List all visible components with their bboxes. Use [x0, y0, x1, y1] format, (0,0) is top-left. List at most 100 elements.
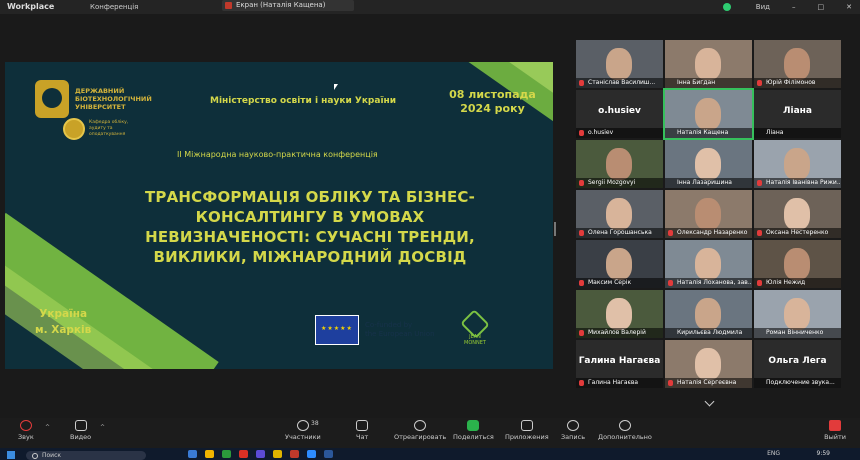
participant-display-name: Галина Нагаєва — [578, 356, 661, 366]
participant-tile[interactable]: Юрій Філімонов — [754, 40, 841, 88]
close-icon[interactable]: ✕ — [846, 0, 852, 14]
participant-name-label: Ліана — [754, 128, 841, 138]
windows-start-icon[interactable] — [7, 451, 15, 459]
university-logo: ДЕРЖАВНИЙ БІОТЕХНОЛОГІЧНИЙ УНІВЕРСИТЕТ — [35, 80, 175, 118]
chat-icon — [356, 420, 369, 431]
participant-tile[interactable]: Оксана Нестеренко — [754, 190, 841, 238]
taskview-icon[interactable] — [188, 450, 197, 458]
leave-icon — [829, 420, 842, 431]
participant-face — [606, 148, 632, 180]
app-icon[interactable] — [290, 450, 299, 458]
security-icon[interactable] — [722, 0, 734, 14]
maximize-icon[interactable]: □ — [818, 0, 825, 14]
taskbar-clock[interactable]: 9:59 — [817, 448, 830, 460]
audio-caret-icon[interactable]: ^ — [45, 424, 50, 431]
participant-tile[interactable]: Ліана Ліана — [754, 90, 841, 138]
chat-button[interactable]: Чат — [356, 420, 368, 441]
participant-tile[interactable]: Інна Бигдан — [665, 40, 752, 88]
participant-face — [695, 348, 721, 380]
browser-icon[interactable] — [222, 450, 231, 458]
zoom-icon[interactable] — [307, 450, 316, 458]
participant-face — [606, 248, 632, 280]
apps-button[interactable]: Приложения — [505, 420, 549, 441]
microphone-muted-icon — [579, 230, 584, 236]
explorer-icon[interactable] — [205, 450, 214, 458]
participant-face — [606, 198, 632, 230]
participant-name-label: Юрій Філімонов — [754, 78, 841, 88]
screen-share-indicator[interactable]: Екран (Наталія Кащена) — [222, 0, 354, 11]
participant-tile[interactable]: Наталія Сергеєвна — [665, 340, 752, 388]
participant-tile[interactable]: Олександр Назаренко — [665, 190, 752, 238]
more-button[interactable]: Дополнительно — [598, 420, 652, 441]
participant-face — [695, 148, 721, 180]
participant-face — [695, 48, 721, 80]
participant-name-label: Подключение звука... — [754, 378, 841, 388]
microphone-muted-icon — [757, 180, 762, 186]
conference-location: Україна м. Харків — [35, 306, 91, 338]
participant-face — [784, 248, 810, 280]
app-title: Workplace — [7, 2, 55, 11]
mouse-cursor-icon — [334, 84, 338, 90]
apps-label: Приложения — [505, 433, 549, 441]
stop-share-icon[interactable] — [225, 2, 232, 9]
splitter-handle[interactable] — [554, 222, 556, 236]
react-button[interactable]: Отреагировать — [394, 420, 446, 441]
os-taskbar: Поиск ENG 9:59 — [0, 448, 860, 460]
participant-tile[interactable]: Максим Серік — [576, 240, 663, 288]
conference-menu[interactable]: Конференція — [90, 0, 138, 14]
video-caret-icon[interactable]: ^ — [100, 424, 105, 431]
participant-name-label: o.husiev — [576, 128, 663, 138]
record-button[interactable]: Запись — [561, 420, 585, 441]
participant-tile[interactable]: Кирильєва Людмила — [665, 290, 752, 338]
participant-tile[interactable]: Інна Лазаришина — [665, 140, 752, 188]
department-name: Кафедра обліку, аудиту та оподаткування — [89, 120, 129, 137]
participant-name-label: Оксана Нестеренко — [754, 228, 841, 238]
language-indicator[interactable]: ENG — [767, 448, 780, 460]
participant-name-label: Наталія Кащена — [665, 128, 752, 138]
app-icon[interactable] — [273, 450, 282, 458]
participant-tile[interactable]: Юлія Нежид — [754, 240, 841, 288]
video-button[interactable]: Видео ^ — [70, 420, 105, 441]
participant-tile[interactable]: Наталія Кащена — [663, 88, 754, 140]
minimize-icon[interactable]: – — [792, 0, 796, 14]
share-screen-icon — [467, 420, 480, 431]
location-city: м. Харків — [35, 324, 92, 336]
chrome-icon[interactable] — [239, 450, 248, 458]
microphone-muted-icon — [668, 230, 673, 236]
participant-tile[interactable]: Станіслав Василиш... — [576, 40, 663, 88]
department-emblem-icon — [63, 118, 85, 140]
participant-tile[interactable]: Ольга Лега Подключение звука... — [754, 340, 841, 388]
participant-tile[interactable]: o.husiev o.husiev — [576, 90, 663, 138]
audio-button[interactable]: Звук ^ — [18, 420, 50, 441]
participant-face — [695, 248, 721, 280]
participant-tile[interactable]: Роман Вінниченко — [754, 290, 841, 338]
leave-button[interactable]: Выйти — [824, 420, 846, 441]
university-name: ДЕРЖАВНИЙ БІОТЕХНОЛОГІЧНИЙ УНІВЕРСИТЕТ — [75, 87, 152, 111]
microphone-muted-icon — [668, 380, 673, 386]
participant-name-label: Інна Бигдан — [665, 78, 752, 88]
eu-funding-text: Co-funded by the European Union — [365, 321, 435, 339]
conference-date: 08 листопада 2024 року — [445, 88, 540, 116]
participants-button[interactable]: 38 Участники — [285, 420, 321, 441]
participant-name-label: Галина Нагаєва — [576, 378, 663, 388]
participant-tile[interactable]: Sergii Mozgovyi — [576, 140, 663, 188]
participant-face — [784, 198, 810, 230]
participant-tile[interactable]: Михайлов Валерій — [576, 290, 663, 338]
view-menu[interactable]: Вид — [756, 0, 770, 14]
participant-tile[interactable]: Галина Нагаєва Галина Нагаєва — [576, 340, 663, 388]
chevron-down-icon[interactable] — [704, 396, 715, 407]
participant-tile[interactable]: Олена Горошанська — [576, 190, 663, 238]
app-icon[interactable] — [256, 450, 265, 458]
microphone-muted-icon — [579, 130, 584, 136]
word-icon[interactable] — [324, 450, 333, 458]
participant-tile[interactable]: Наталія Іванівна Рижи... — [754, 140, 841, 188]
participant-tile[interactable]: Наталія Лоханова, зав... — [665, 240, 752, 288]
taskbar-search-input[interactable]: Поиск — [26, 451, 146, 460]
shared-screen-slide: ДЕРЖАВНИЙ БІОТЕХНОЛОГІЧНИЙ УНІВЕРСИТЕТ К… — [5, 62, 553, 369]
eu-line2: the European Union — [365, 330, 435, 338]
share-screen-button[interactable]: Поделиться — [453, 420, 494, 441]
microphone-muted-icon — [757, 280, 762, 286]
participant-name-label: Наталія Лоханова, зав... — [665, 278, 752, 288]
location-country: Україна — [39, 308, 88, 320]
participant-name-label: Олександр Назаренко — [665, 228, 752, 238]
